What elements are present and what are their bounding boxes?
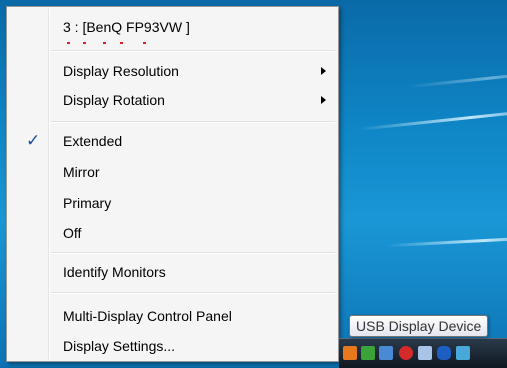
tooltip: USB Display Device [349, 315, 489, 337]
context-menu: 3 : [BenQ FP93VW ] Display Resolution Di… [6, 6, 339, 362]
bluetooth-icon[interactable] [437, 346, 451, 360]
menu-item-mirror[interactable]: Mirror [7, 160, 338, 184]
error-icon[interactable] [399, 346, 413, 360]
menu-item-label: Display Resolution [63, 63, 179, 79]
menu-item-identify-monitors[interactable]: Identify Monitors [7, 260, 338, 284]
menu-item-extended[interactable]: ✓ Extended [7, 129, 338, 153]
menu-item-primary[interactable]: Primary [7, 191, 338, 215]
menu-item-label: Identify Monitors [63, 264, 166, 280]
menu-item-display-resolution[interactable]: Display Resolution [7, 59, 338, 83]
menu-item-display-rotation[interactable]: Display Rotation [7, 88, 338, 112]
menu-separator [51, 292, 335, 294]
menu-item-off[interactable]: Off [7, 221, 338, 245]
network-icon[interactable] [379, 346, 393, 360]
menu-header-monitor: 3 : [BenQ FP93VW ] [7, 15, 338, 39]
menu-item-label: Primary [63, 195, 112, 211]
usb-display-icon[interactable] [343, 346, 357, 360]
menu-item-label: Display Rotation [63, 92, 165, 108]
menu-item-label: Multi-Display Control Panel [63, 308, 232, 324]
menu-separator [51, 50, 335, 52]
menu-item-multi-display-control-panel[interactable]: Multi-Display Control Panel [7, 304, 338, 328]
menu-item-label: Display Settings... [63, 338, 176, 354]
menu-separator [51, 121, 335, 123]
red-underline-decoration [63, 42, 173, 45]
checkmark-icon: ✓ [26, 131, 41, 150]
monitor-icon[interactable] [418, 346, 432, 360]
taskbar-notification-area [339, 338, 507, 368]
menu-item-label: Mirror [63, 164, 100, 180]
shield-icon[interactable] [361, 346, 375, 360]
desktop-streak [407, 70, 507, 89]
menu-item-display-settings[interactable]: Display Settings... [7, 334, 338, 358]
menu-separator [51, 252, 335, 254]
desktop-streak [387, 235, 507, 248]
monitor-name-label: 3 : [BenQ FP93VW ] [63, 19, 190, 35]
network-activity-icon[interactable] [456, 346, 470, 360]
submenu-arrow-icon [321, 67, 326, 75]
menu-item-label: Off [63, 225, 82, 241]
submenu-arrow-icon [321, 96, 326, 104]
desktop-streak [357, 108, 507, 131]
menu-item-label: Extended [63, 133, 123, 149]
